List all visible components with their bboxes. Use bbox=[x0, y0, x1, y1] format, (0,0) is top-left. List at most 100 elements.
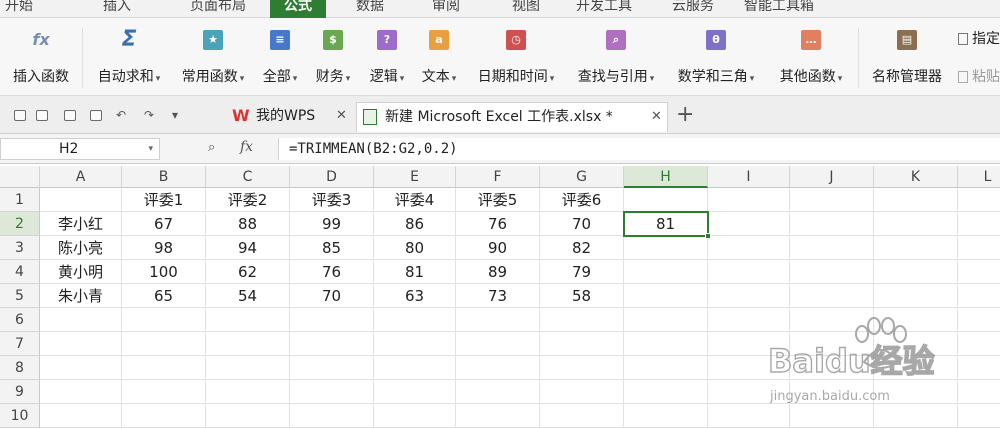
sheet-cell[interactable] bbox=[790, 404, 874, 428]
sheet-cell[interactable] bbox=[40, 404, 122, 428]
ribbon-button[interactable]: ≡ 全部 ▾ bbox=[256, 18, 304, 94]
sheet-cell[interactable] bbox=[40, 380, 122, 404]
menu-tab[interactable]: 审阅 bbox=[422, 0, 470, 18]
row-header[interactable]: 9 bbox=[0, 380, 40, 404]
menu-tab[interactable]: 智能工具箱 bbox=[736, 0, 822, 18]
sheet-cell[interactable] bbox=[206, 356, 290, 380]
sheet-cell[interactable] bbox=[290, 308, 374, 332]
row-header[interactable]: 8 bbox=[0, 356, 40, 380]
sheet-cell[interactable] bbox=[708, 356, 790, 380]
sheet-cell[interactable] bbox=[790, 332, 874, 356]
sheet-cell[interactable] bbox=[290, 380, 374, 404]
sheet-cell[interactable]: 黄小明 bbox=[40, 260, 122, 284]
sheet-cell[interactable] bbox=[874, 188, 958, 212]
sheet-cell[interactable] bbox=[374, 332, 456, 356]
sheet-cell[interactable] bbox=[206, 380, 290, 404]
ribbon-button[interactable]: fx 插入函数 bbox=[0, 18, 82, 94]
column-header[interactable]: L bbox=[958, 166, 1000, 188]
sheet-cell[interactable]: 评委5 bbox=[456, 188, 540, 212]
more-icon[interactable]: ▾ bbox=[172, 109, 184, 121]
sheet-cell[interactable] bbox=[624, 404, 708, 428]
sheet-cell[interactable]: 88 bbox=[206, 212, 290, 236]
menu-tab[interactable]: 开始 bbox=[0, 0, 38, 18]
sheet-cell[interactable] bbox=[40, 356, 122, 380]
sheet-cell[interactable] bbox=[540, 308, 624, 332]
print-icon[interactable] bbox=[64, 110, 76, 121]
sheet-cell[interactable] bbox=[958, 356, 1000, 380]
sheet-cell[interactable]: 70 bbox=[290, 284, 374, 308]
sheet-cell[interactable] bbox=[708, 260, 790, 284]
ribbon-button[interactable]: a 文本 ▾ bbox=[414, 18, 464, 94]
sheet-cell[interactable] bbox=[958, 236, 1000, 260]
select-all-corner[interactable] bbox=[0, 166, 40, 188]
menu-tab[interactable]: 数据 bbox=[346, 0, 394, 18]
sheet-cell[interactable] bbox=[40, 332, 122, 356]
undo-icon[interactable]: ↶ bbox=[116, 109, 128, 121]
sheet-cell[interactable] bbox=[624, 260, 708, 284]
sheet-cell[interactable]: 67 bbox=[122, 212, 206, 236]
sheet-cell[interactable] bbox=[40, 308, 122, 332]
row-header[interactable]: 6 bbox=[0, 308, 40, 332]
sheet-cell[interactable] bbox=[206, 308, 290, 332]
sheet-cell[interactable] bbox=[456, 332, 540, 356]
sheet-cell[interactable] bbox=[958, 404, 1000, 428]
sheet-cell[interactable]: 76 bbox=[290, 260, 374, 284]
sheet-cell[interactable]: 76 bbox=[456, 212, 540, 236]
sheet-cell[interactable] bbox=[456, 308, 540, 332]
column-header[interactable]: J bbox=[790, 166, 874, 188]
sheet-cell[interactable] bbox=[958, 332, 1000, 356]
sheet-cell[interactable] bbox=[958, 308, 1000, 332]
menu-tab[interactable]: 开发工具 bbox=[566, 0, 642, 18]
row-header[interactable]: 10 bbox=[0, 404, 40, 428]
fx-icon[interactable]: fx bbox=[240, 139, 253, 155]
sheet-cell[interactable] bbox=[958, 188, 1000, 212]
sheet-cell[interactable] bbox=[374, 380, 456, 404]
sheet-cell[interactable] bbox=[790, 308, 874, 332]
sheet-cell[interactable]: 63 bbox=[374, 284, 456, 308]
column-header[interactable]: H bbox=[624, 166, 708, 188]
sheet-cell[interactable]: 54 bbox=[206, 284, 290, 308]
side-item-assign[interactable]: 指定 bbox=[958, 28, 1000, 48]
close-icon[interactable]: ✕ bbox=[651, 103, 662, 131]
chevron-down-icon[interactable]: ▾ bbox=[148, 139, 153, 159]
sheet-cell[interactable] bbox=[874, 212, 958, 236]
sheet-cell[interactable]: 62 bbox=[206, 260, 290, 284]
sheet-cell[interactable]: 58 bbox=[540, 284, 624, 308]
sheet-cell[interactable]: 李小红 bbox=[40, 212, 122, 236]
menu-tab[interactable]: 云服务 bbox=[662, 0, 724, 18]
sheet-cell[interactable] bbox=[874, 260, 958, 284]
sheet-cell[interactable] bbox=[122, 332, 206, 356]
sheet-cell[interactable]: 86 bbox=[374, 212, 456, 236]
save-icon[interactable] bbox=[14, 110, 26, 121]
close-icon[interactable]: ✕ bbox=[336, 102, 347, 130]
sheet-cell[interactable] bbox=[456, 380, 540, 404]
column-header[interactable]: A bbox=[40, 166, 122, 188]
fill-handle[interactable] bbox=[705, 233, 711, 239]
ribbon-button[interactable]: θ 数学和三角 ▾ bbox=[666, 18, 766, 94]
sheet-cell[interactable] bbox=[540, 356, 624, 380]
sheet-cell[interactable] bbox=[624, 308, 708, 332]
ribbon-button[interactable]: … 其他函数 ▾ bbox=[766, 18, 856, 94]
ribbon-button[interactable]: ▤ 名称管理器 bbox=[862, 18, 952, 94]
ribbon-button[interactable]: ? 逻辑 ▾ bbox=[362, 18, 412, 94]
sheet-cell[interactable] bbox=[374, 308, 456, 332]
sheet-cell[interactable] bbox=[708, 284, 790, 308]
sheet-cell[interactable]: 90 bbox=[456, 236, 540, 260]
side-item-paste[interactable]: 粘贴 bbox=[958, 66, 1000, 86]
sheet-cell[interactable] bbox=[708, 188, 790, 212]
sheet-cell[interactable] bbox=[374, 404, 456, 428]
row-header[interactable]: 3 bbox=[0, 236, 40, 260]
column-header[interactable]: K bbox=[874, 166, 958, 188]
zoom-icon[interactable]: ⌕ bbox=[208, 140, 215, 155]
sheet-cell[interactable] bbox=[874, 308, 958, 332]
sheet-cell[interactable] bbox=[874, 404, 958, 428]
column-header[interactable]: E bbox=[374, 166, 456, 188]
sheet-cell[interactable] bbox=[958, 380, 1000, 404]
print-preview-icon[interactable] bbox=[90, 110, 102, 121]
sheet-cell[interactable]: 评委6 bbox=[540, 188, 624, 212]
redo-icon[interactable]: ↷ bbox=[144, 109, 156, 121]
column-header[interactable]: G bbox=[540, 166, 624, 188]
sheet-cell[interactable] bbox=[708, 236, 790, 260]
sheet-cell[interactable]: 79 bbox=[540, 260, 624, 284]
sheet-cell[interactable] bbox=[790, 212, 874, 236]
